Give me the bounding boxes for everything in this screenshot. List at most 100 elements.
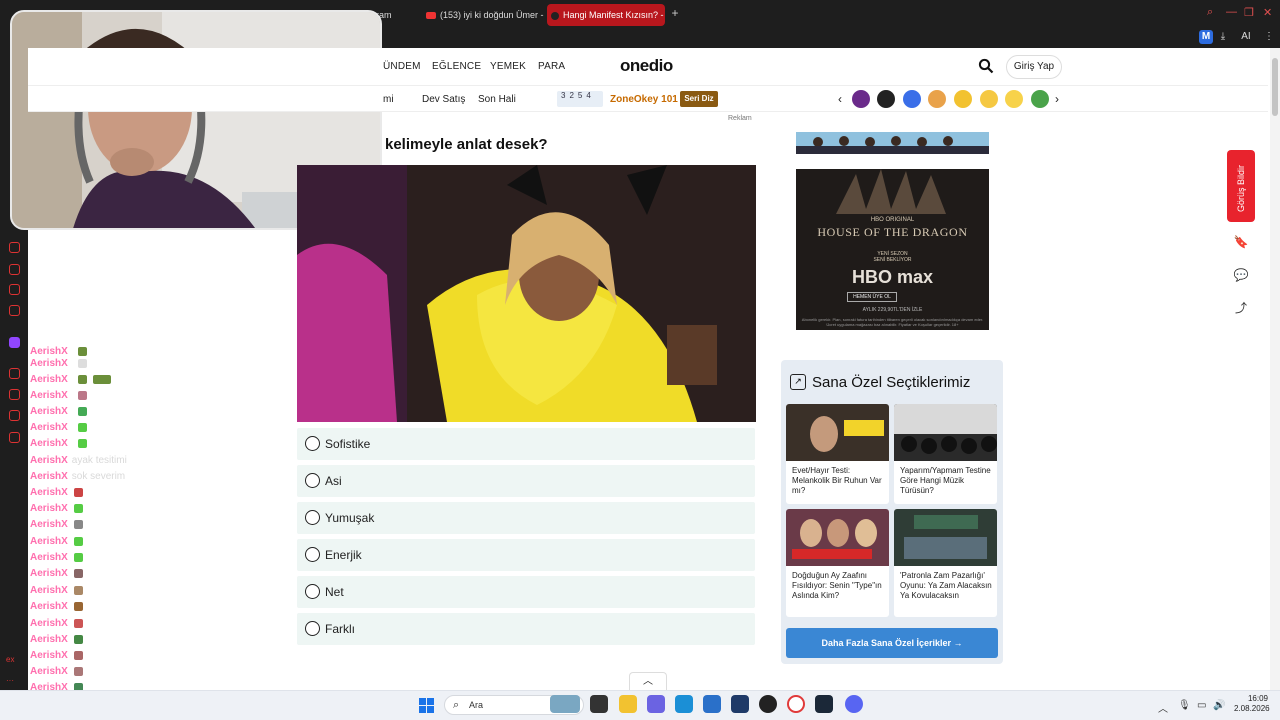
answer-label: Farklı [325, 622, 355, 636]
chevron-right-icon[interactable]: › [1055, 92, 1059, 106]
radio-icon[interactable] [305, 547, 320, 562]
chat-line: AerishX [30, 618, 83, 632]
scrollbar[interactable] [1270, 48, 1280, 690]
settings-icon[interactable] [9, 432, 20, 443]
emoji-reaction-icon[interactable] [852, 90, 870, 108]
zoneokey-link[interactable]: ZoneOkey 101 [610, 94, 678, 105]
chat-username: AerishX [30, 601, 68, 612]
answer-option[interactable]: Net [297, 576, 755, 608]
emoji-reaction-icon[interactable] [980, 90, 998, 108]
answer-option[interactable]: Yumuşak [297, 502, 755, 534]
more-icon[interactable]: ··· [6, 676, 14, 685]
tab-youtube[interactable]: (153) iyi ki doğdun Ümer - [422, 4, 546, 26]
reco-card[interactable]: Yaparım/Yapmam Testine Göre Hangi Müzik … [894, 404, 997, 504]
radio-icon[interactable] [305, 473, 320, 488]
nav-para[interactable]: PARA [538, 61, 565, 72]
emoji-reaction-icon[interactable] [928, 90, 946, 108]
copilot-icon[interactable] [647, 695, 665, 713]
answer-option[interactable]: Sofistike [297, 428, 755, 460]
more-recommendations-button[interactable]: Daha Fazla Sana Özel İçerikler → [786, 628, 998, 658]
clock-icon[interactable] [9, 368, 20, 379]
scrollbar-thumb[interactable] [1272, 58, 1278, 116]
task-view-icon[interactable] [590, 695, 608, 713]
ad-hbo-max[interactable]: HBO ORIGINAL HOUSE OF THE DRAGON YENİ SE… [796, 169, 989, 330]
ad-cta-button[interactable]: HEMEN ÜYE OL [847, 292, 897, 302]
obs-icon[interactable] [759, 695, 777, 713]
login-button[interactable]: Giriş Yap [1006, 55, 1062, 79]
volume-icon[interactable]: 🔊 [1213, 700, 1225, 711]
ai-extension-icon[interactable]: AI [1236, 30, 1256, 44]
emoji-reaction-icon[interactable] [903, 90, 921, 108]
reco-card[interactable]: Doğduğun Ay Zaafını Fısıldıyor: Senin "T… [786, 509, 889, 617]
subnav-item-son-hali[interactable]: Son Hali [478, 94, 516, 105]
messenger-icon[interactable] [9, 284, 20, 295]
history-icon[interactable] [9, 242, 20, 253]
ad-banner-top[interactable] [796, 132, 989, 154]
emoji-reaction-icon[interactable] [1031, 90, 1049, 108]
file-explorer-icon[interactable] [619, 695, 637, 713]
emote-icon [73, 650, 83, 660]
comment-icon[interactable]: 💬 [1233, 267, 1249, 283]
zone-tiles[interactable]: 3254 [557, 91, 603, 107]
chevron-left-icon[interactable]: ‹ [838, 92, 842, 106]
emoji-reaction-icon[interactable] [954, 90, 972, 108]
extension-m-icon[interactable]: M [1199, 30, 1213, 44]
user-icon[interactable] [9, 389, 20, 400]
emoji-reaction-icon[interactable] [1005, 90, 1023, 108]
tab-label: (153) iyi ki doğdun Ümer - [440, 10, 544, 20]
browser-menu-icon[interactable]: ⋮ [1262, 30, 1276, 44]
radio-icon[interactable] [305, 510, 320, 525]
scroll-up-button[interactable]: ︿ [629, 672, 667, 690]
emote-icon [73, 618, 83, 628]
cube-icon[interactable] [9, 410, 20, 421]
steam-icon[interactable] [815, 695, 833, 713]
onedio-logo[interactable]: onedio [620, 56, 673, 76]
chat-username: AerishX [30, 455, 68, 466]
search-tabs-icon[interactable]: ⌕ [1207, 6, 1213, 19]
taskbar [0, 690, 1280, 720]
new-tab-button[interactable]: + [668, 6, 682, 20]
reco-card[interactable]: Evet/Hayır Testi: Melankolik Bir Ruhun V… [786, 404, 889, 504]
radio-icon[interactable] [305, 584, 320, 599]
microphone-icon[interactable]: 🎙 [1178, 700, 1191, 711]
subnav-item-partial[interactable]: mi [383, 94, 394, 105]
discord-icon[interactable] [845, 695, 863, 713]
tray-chevron-icon[interactable]: ︿ [1158, 700, 1168, 715]
opera-icon[interactable] [787, 695, 805, 713]
search-icon[interactable] [978, 58, 994, 74]
download-icon[interactable]: ⤓ [1216, 30, 1230, 44]
minimize-icon[interactable]: — [1226, 6, 1237, 18]
radio-icon[interactable] [305, 436, 320, 451]
bag-icon[interactable] [9, 264, 20, 275]
feedback-button[interactable]: Görüş Bildir [1227, 150, 1255, 222]
chat-line: AerishX [30, 358, 87, 372]
windows-start-icon[interactable] [419, 698, 434, 713]
answer-option[interactable]: Asi [297, 465, 755, 497]
taskbar-clock[interactable]: 16:09 2.08.2026 [1234, 694, 1270, 714]
tab-quiz[interactable]: Hangi Manifest Kızısın? - O [547, 4, 665, 26]
seri-diz-button[interactable]: Seri Diz [680, 91, 718, 107]
close-icon[interactable]: ✕ [1263, 6, 1272, 19]
edge-icon[interactable] [675, 695, 693, 713]
mail-app-icon[interactable] [703, 695, 721, 713]
maximize-icon[interactable]: ❐ [1244, 6, 1254, 19]
reco-card[interactable]: 'Patronla Zam Pazarlığı' Oyunu: Ya Zam A… [894, 509, 997, 617]
ad-image [796, 132, 989, 154]
nav-eglence[interactable]: EĞLENCE [432, 61, 481, 72]
answer-option[interactable]: Enerjik [297, 539, 755, 571]
emote-icon [77, 406, 87, 416]
store-icon[interactable] [731, 695, 749, 713]
radio-icon[interactable] [305, 621, 320, 636]
weather-widget-icon[interactable] [550, 695, 580, 713]
bookmark-icon[interactable]: 🔖 [1233, 234, 1249, 250]
emoji-reaction-icon[interactable] [877, 90, 895, 108]
emote-icon [73, 503, 83, 513]
share-icon[interactable]: ⤴ [1233, 300, 1249, 316]
nav-yemek[interactable]: YEMEK [490, 61, 526, 72]
subnav-item-dev-satis[interactable]: Dev Satış [422, 94, 465, 105]
nav-gundem[interactable]: ÜNDEM [383, 61, 421, 72]
answer-option[interactable]: Farklı [297, 613, 755, 645]
twitch-icon[interactable] [9, 337, 20, 348]
mail-icon[interactable] [9, 305, 20, 316]
display-icon[interactable]: ▭ [1197, 700, 1206, 711]
